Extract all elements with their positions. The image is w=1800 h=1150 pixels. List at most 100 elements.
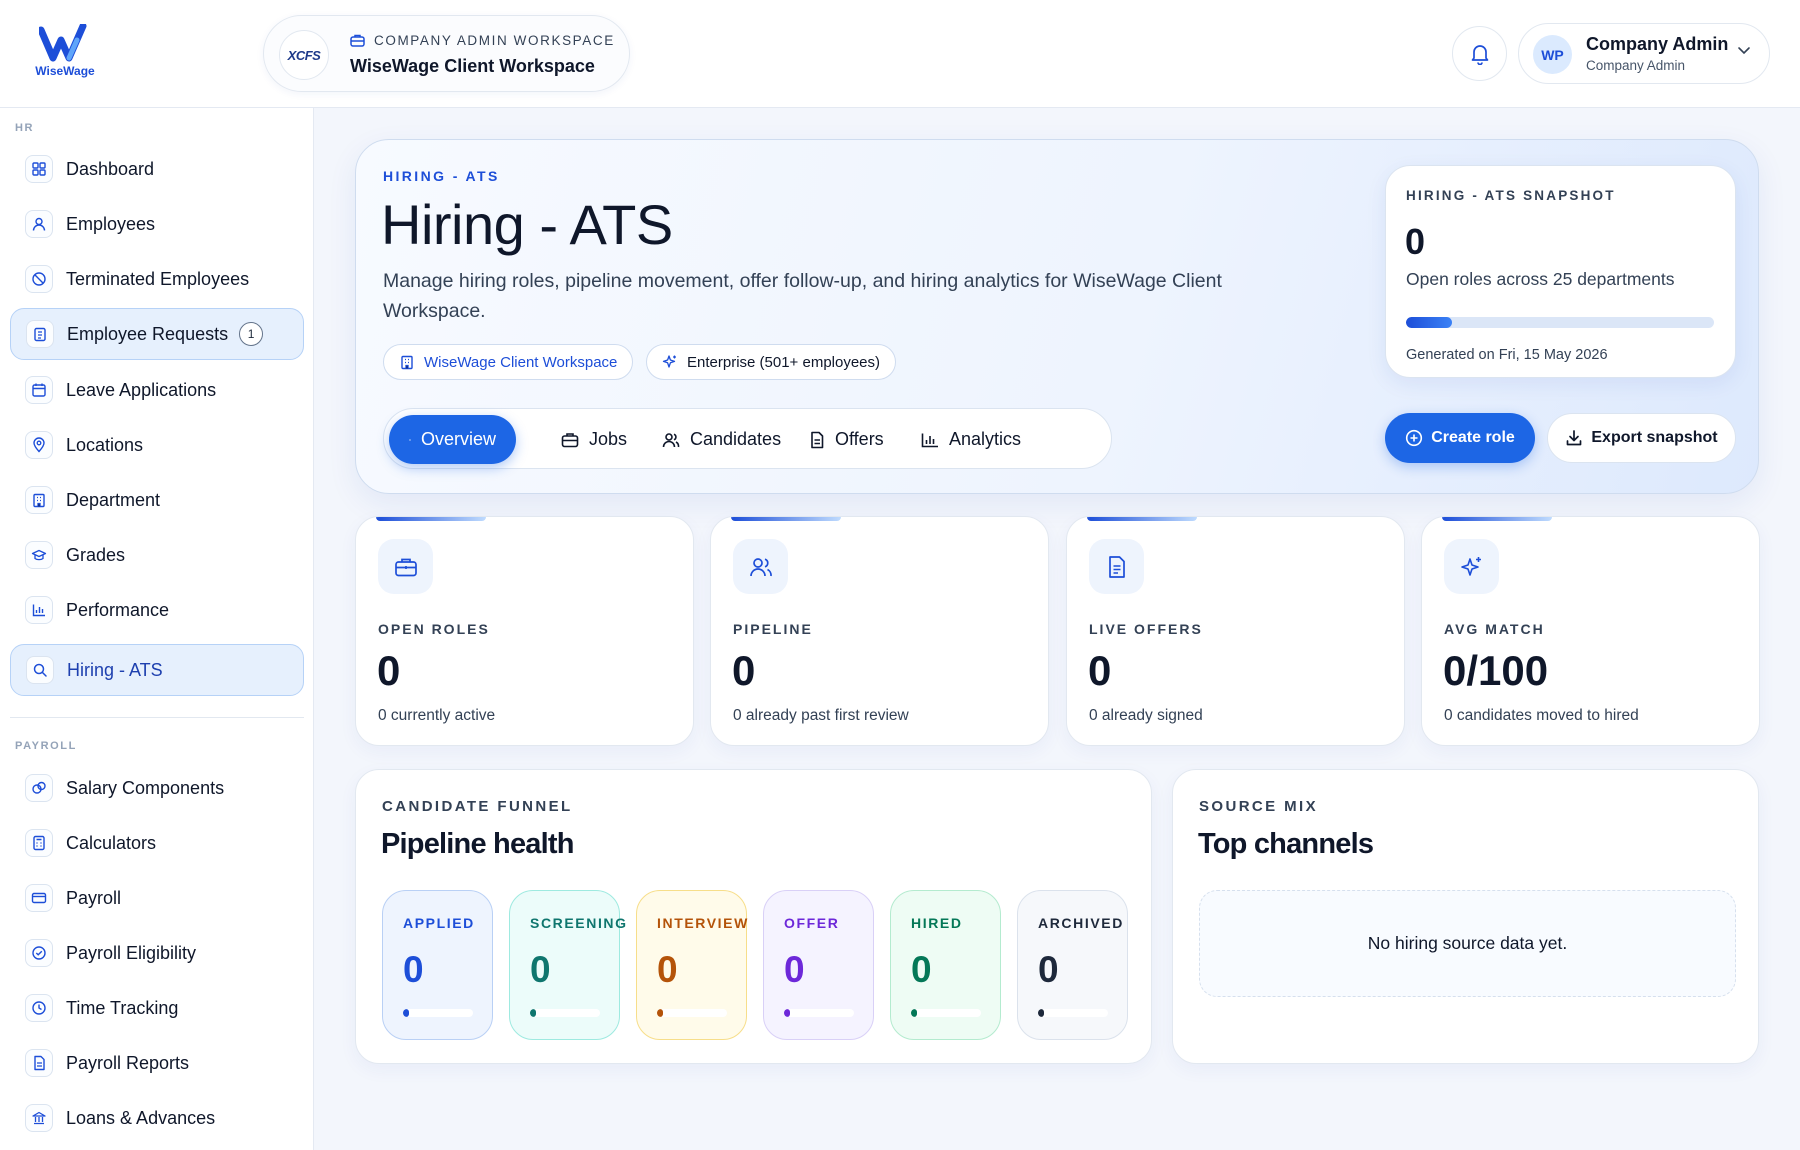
sidebar-divider bbox=[10, 717, 304, 718]
card-accent bbox=[731, 517, 841, 521]
sparkles-icon bbox=[1444, 539, 1499, 594]
sidebar-item-label: Locations bbox=[66, 434, 144, 455]
sidebar-item-employees[interactable]: Employees bbox=[10, 198, 304, 250]
sidebar-item-hiring-ats[interactable]: Hiring - ATS bbox=[10, 644, 304, 696]
workspace-pill-label: WiseWage Client Workspace bbox=[424, 353, 618, 371]
stage-value: 0 bbox=[403, 949, 424, 990]
tab-label: Analytics bbox=[949, 429, 1022, 449]
logo-text: WiseWage bbox=[35, 64, 95, 78]
plus-circle-icon bbox=[1406, 429, 1423, 447]
sidebar-item-grades[interactable]: Grades bbox=[10, 529, 304, 581]
sidebar-item-performance[interactable]: Performance bbox=[10, 584, 304, 636]
stage-progress-fill bbox=[784, 1009, 790, 1017]
funnel-stage-hired[interactable]: HIRED 0 bbox=[890, 890, 1001, 1040]
workspace-pill: WiseWage Client Workspace bbox=[383, 344, 634, 380]
sidebar-item-calculators[interactable]: Calculators bbox=[10, 817, 304, 869]
sidebar-item-payroll-eligibility[interactable]: Payroll Eligibility bbox=[10, 927, 304, 979]
snapshot-card: HIRING - ATS SNAPSHOT 0 Open roles acros… bbox=[1385, 165, 1736, 378]
source-title: Top channels bbox=[1198, 828, 1374, 860]
metric-value: 0/100 bbox=[1443, 647, 1549, 694]
create-role-label: Create role bbox=[1431, 429, 1515, 446]
building-icon bbox=[25, 486, 53, 514]
document-icon bbox=[1089, 539, 1144, 594]
top-bar: WiseWage XCFS COMPANY ADMIN WORKSPACE Wi… bbox=[0, 0, 1800, 108]
page-description: Manage hiring roles, pipeline movement, … bbox=[383, 270, 1222, 322]
calculator-icon bbox=[25, 829, 53, 857]
sidebar-item-dashboard[interactable]: Dashboard bbox=[10, 143, 304, 195]
sidebar-item-loans-advances[interactable]: Loans & Advances bbox=[10, 1092, 304, 1144]
stage-progress-fill bbox=[657, 1009, 663, 1017]
profile-name: Company Admin bbox=[1586, 34, 1729, 54]
export-snapshot-label: Export snapshot bbox=[1591, 429, 1718, 446]
metric-value: 0 bbox=[1088, 647, 1112, 694]
tab-overview[interactable]: Overview bbox=[389, 415, 516, 464]
stage-progress bbox=[530, 1009, 600, 1017]
avatar: WP bbox=[1533, 35, 1572, 74]
stage-progress-fill bbox=[403, 1009, 409, 1017]
funnel-stage-applied[interactable]: APPLIED 0 bbox=[382, 890, 493, 1040]
sidebar-item-label: Department bbox=[66, 489, 161, 510]
metric-description: 0 candidates moved to hired bbox=[1444, 707, 1639, 724]
card-icon bbox=[25, 884, 53, 912]
coins-icon bbox=[25, 774, 53, 802]
sidebar-item-label: Time Tracking bbox=[66, 997, 179, 1018]
sidebar-item-leave-applications[interactable]: Leave Applications bbox=[10, 364, 304, 416]
tab-label: Offers bbox=[835, 429, 884, 449]
wisewage-logo[interactable]: WiseWage bbox=[30, 24, 100, 84]
tab-candidates[interactable]: Candidates bbox=[642, 415, 801, 464]
sidebar-item-terminated-employees[interactable]: Terminated Employees bbox=[10, 253, 304, 305]
metric-card-open-roles: OPEN ROLES 0 0 currently active bbox=[355, 516, 694, 746]
sidebar-item-label: Calculators bbox=[66, 832, 157, 853]
card-accent bbox=[376, 517, 486, 521]
metric-card-pipeline: PIPELINE 0 0 already past first review bbox=[710, 516, 1049, 746]
notifications-button[interactable] bbox=[1452, 26, 1507, 81]
snapshot-generated: Generated on Fri, 15 May 2026 bbox=[1406, 347, 1608, 363]
stage-progress-fill bbox=[1038, 1009, 1044, 1017]
workspace-kicker-text: COMPANY ADMIN WORKSPACE bbox=[374, 33, 615, 48]
workspace-switcher[interactable]: XCFS COMPANY ADMIN WORKSPACE WiseWage Cl… bbox=[263, 15, 630, 92]
page-tabs: Overview Jobs Candidates Offers Analytic… bbox=[383, 408, 1112, 469]
clipboard-icon bbox=[26, 320, 54, 348]
create-role-button[interactable]: Create role bbox=[1385, 413, 1535, 463]
profile-menu[interactable]: WP Company Admin Company Admin bbox=[1518, 23, 1770, 84]
sidebar-item-time-tracking[interactable]: Time Tracking bbox=[10, 982, 304, 1034]
tab-offers[interactable]: Offers bbox=[789, 415, 904, 464]
sparkles-icon bbox=[662, 355, 676, 368]
target-icon bbox=[409, 438, 411, 441]
document-icon bbox=[811, 431, 824, 448]
sidebar-item-locations[interactable]: Locations bbox=[10, 419, 304, 471]
sidebar-item-label: Performance bbox=[66, 599, 170, 620]
tab-analytics[interactable]: Analytics bbox=[901, 415, 1041, 464]
stage-label: APPLIED bbox=[403, 915, 475, 931]
calendar-icon bbox=[25, 376, 53, 404]
sidebar-item-department[interactable]: Department bbox=[10, 474, 304, 526]
snapshot-progress-fill bbox=[1406, 317, 1453, 328]
sidebar-item-salary-components[interactable]: Salary Components bbox=[10, 762, 304, 814]
workspace-logo: XCFS bbox=[279, 30, 329, 80]
workspace-kicker: COMPANY ADMIN WORKSPACE bbox=[350, 33, 615, 48]
sidebar-item-employee-requests[interactable]: Employee Requests 1 bbox=[10, 308, 304, 360]
funnel-stage-archived[interactable]: ARCHIVED 0 bbox=[1017, 890, 1128, 1040]
sidebar-item-payroll[interactable]: Payroll bbox=[10, 872, 304, 924]
stage-value: 0 bbox=[657, 949, 678, 990]
sidebar-item-payroll-reports[interactable]: Payroll Reports bbox=[10, 1037, 304, 1089]
count-badge: 1 bbox=[239, 322, 264, 346]
funnel-stage-screening[interactable]: SCREENING 0 bbox=[509, 890, 626, 1040]
tab-jobs[interactable]: Jobs bbox=[541, 415, 647, 464]
source-mix-panel: SOURCE MIX Top channels No hiring source… bbox=[1172, 769, 1759, 1064]
stage-progress bbox=[1038, 1009, 1108, 1017]
card-accent bbox=[1442, 517, 1552, 521]
funnel-stage-interview[interactable]: INTERVIEW 0 bbox=[636, 890, 747, 1040]
sidebar-item-label: Dashboard bbox=[66, 158, 155, 179]
stage-label: ARCHIVED bbox=[1038, 915, 1124, 931]
hero-kicker: HIRING - ATS bbox=[383, 168, 500, 184]
stage-progress bbox=[784, 1009, 854, 1017]
map-pin-icon bbox=[25, 431, 53, 459]
funnel-stage-offer[interactable]: OFFER 0 bbox=[763, 890, 874, 1040]
bank-icon bbox=[25, 1104, 53, 1132]
profile-role: Company Admin bbox=[1586, 58, 1686, 73]
metric-value: 0 bbox=[377, 647, 401, 694]
sidebar: HR Dashboard Employees Terminated Employ… bbox=[0, 108, 314, 1150]
metric-description: 0 already signed bbox=[1089, 707, 1203, 724]
export-snapshot-button[interactable]: Export snapshot bbox=[1547, 413, 1736, 463]
